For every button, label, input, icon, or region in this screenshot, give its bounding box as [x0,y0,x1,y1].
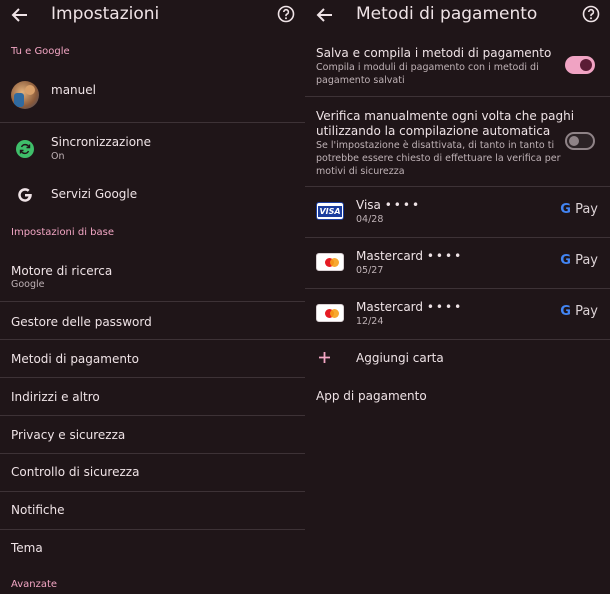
card-brand: Visa •••• [356,198,422,212]
settings-panel: Impostazioni Tu e Google manuel Sincroni… [0,0,305,594]
page-title: Impostazioni [51,4,160,24]
mastercard-icon [316,304,344,322]
card-brand: Mastercard •••• [356,249,464,263]
section-you-and-google: Tu e Google [11,46,70,57]
save-fill-desc-line: pagamento salvati [316,75,405,86]
settings-app-bar: Impostazioni [0,0,305,30]
privacy-security-row[interactable]: Privacy e sicurezza [0,416,305,453]
search-engine-row[interactable]: Motore di ricerca Google [0,253,305,301]
verify-label-line: utilizzando la compilazione automatica [316,124,551,138]
back-arrow-icon[interactable] [315,5,335,25]
payment-methods-row[interactable]: Metodi di pagamento [0,340,305,377]
theme-label: Tema [11,541,43,555]
add-card-label: Aggiungi carta [356,351,444,365]
save-fill-row[interactable]: Salva e compila i metodi di pagamento Co… [305,40,610,96]
verify-toggle[interactable] [565,132,595,150]
card-row-visa[interactable]: VISA Visa •••• 04/28 G Pay [305,187,610,237]
google-g-icon [18,188,32,202]
payment-methods-label: Metodi di pagamento [11,352,139,366]
avatar [11,81,39,109]
mastercard-icon [316,253,344,271]
save-fill-toggle[interactable] [565,56,595,74]
payment-methods-panel: Metodi di pagamento Salva e compila i me… [305,0,610,594]
save-fill-desc-line: Compila i moduli di pagamento con i meto… [316,62,539,73]
google-pay-icon: G Pay [560,304,598,319]
section-basic-settings: Impostazioni di base [11,227,114,238]
card-expiry: 04/28 [356,214,384,225]
notifications-label: Notifiche [11,503,65,517]
google-services-row[interactable]: Servizi Google [0,176,305,216]
safety-check-row[interactable]: Controllo di sicurezza [0,454,305,491]
verify-label-line: Verifica manualmente ogni volta che pagh… [316,109,575,123]
account-name: manuel [51,83,96,97]
plus-icon [319,352,330,363]
addresses-row[interactable]: Indirizzi e altro [0,378,305,415]
card-expiry: 12/24 [356,316,384,327]
help-icon[interactable] [582,5,600,23]
google-pay-icon: G Pay [560,253,598,268]
search-engine-value: Google [11,279,45,290]
back-arrow-icon[interactable] [10,5,30,25]
visa-card-icon: VISA [316,202,344,220]
account-row[interactable]: manuel [0,70,305,122]
payment-apps-row[interactable]: App di pagamento [305,378,610,416]
google-services-label: Servizi Google [51,187,138,201]
toggle-knob [580,59,592,71]
payment-apps-label: App di pagamento [316,389,427,403]
verify-desc-line: Se l'impostazione è disattivata, di tant… [316,140,555,151]
sync-status: On [51,151,65,162]
payment-app-bar: Metodi di pagamento [305,0,610,30]
add-card-row[interactable]: Aggiungi carta [305,340,610,378]
theme-row[interactable]: Tema [0,530,305,567]
sync-label: Sincronizzazione [51,135,152,149]
safety-check-label: Controllo di sicurezza [11,465,140,479]
verify-label: Verifica manualmente ogni volta che pagh… [316,109,574,139]
card-row-mastercard[interactable]: Mastercard •••• 12/24 G Pay [305,289,610,339]
verify-desc-line: potrebbe essere chiesto di effettuare la… [316,153,561,164]
verify-desc-line: motivi di sicurezza [316,166,405,177]
sync-icon [16,140,34,158]
google-pay-icon: G Pay [560,202,598,217]
notifications-row[interactable]: Notifiche [0,492,305,529]
card-expiry: 05/27 [356,265,384,276]
verify-description: Se l'impostazione è disattivata, di tant… [316,139,561,178]
addresses-label: Indirizzi e altro [11,390,100,404]
help-icon[interactable] [277,5,295,23]
page-title: Metodi di pagamento [356,4,538,24]
sync-row[interactable]: Sincronizzazione On [0,123,305,171]
search-engine-label: Motore di ricerca [11,264,113,278]
save-fill-label: Salva e compila i metodi di pagamento [316,46,552,60]
section-advanced: Avanzate [11,579,58,590]
verify-manually-row[interactable]: Verifica manualmente ogni volta che pagh… [305,97,610,185]
password-manager-row[interactable]: Gestore delle password [0,302,305,339]
password-manager-label: Gestore delle password [11,315,152,329]
privacy-security-label: Privacy e sicurezza [11,428,126,442]
save-fill-description: Compila i moduli di pagamento con i meto… [316,61,539,87]
toggle-knob [569,136,579,146]
card-brand: Mastercard •••• [356,300,464,314]
card-row-mastercard[interactable]: Mastercard •••• 05/27 G Pay [305,238,610,288]
